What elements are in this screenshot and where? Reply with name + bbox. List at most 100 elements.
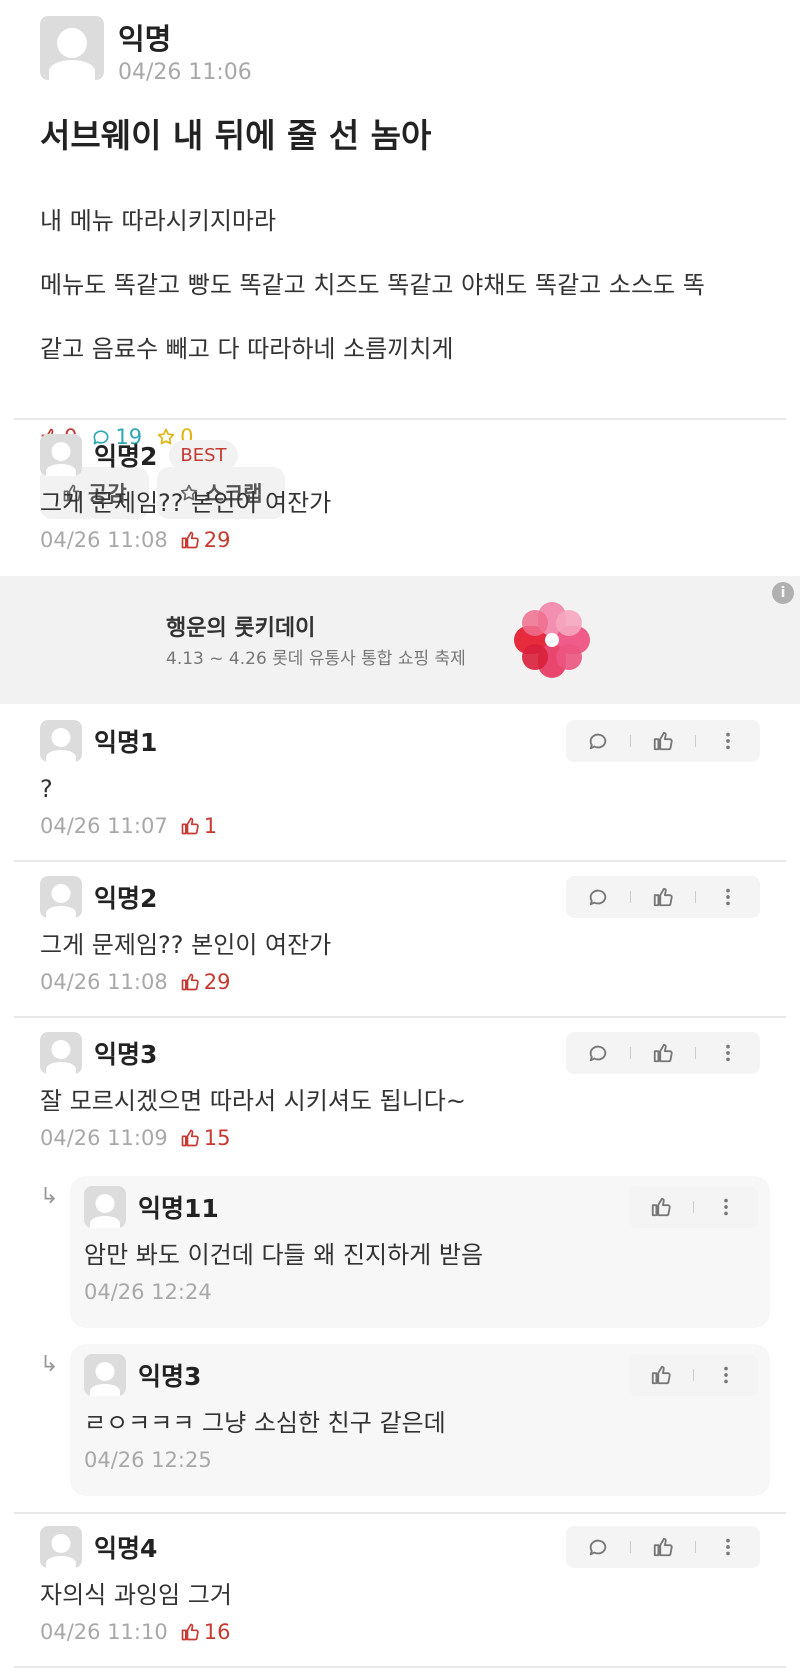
comment-like-count: 1 [180, 814, 217, 838]
comment-like-value: 29 [203, 528, 231, 552]
reply-like-button[interactable] [629, 1354, 693, 1396]
more-options-button[interactable] [694, 1186, 758, 1228]
post-header: 익명 04/26 11:06 [40, 16, 760, 85]
comment-like-button[interactable] [631, 1526, 695, 1568]
more-dots-icon [717, 1042, 739, 1064]
comment: 익명1 ? 04/26 11:07 1 [40, 720, 760, 838]
comment-time: 04/26 11:08 [40, 528, 168, 552]
ad-info-icon[interactable]: i [772, 582, 794, 604]
post-author-block: 익명 04/26 11:06 [118, 16, 252, 85]
ad-banner[interactable]: 행운의 롯키데이 4.13 ~ 4.26 롯데 유통사 통합 쇼핑 축제 i [0, 576, 800, 704]
more-dots-icon [715, 1196, 737, 1218]
comment-meta: 04/26 11:09 15 [40, 1126, 760, 1150]
comment-meta: 04/26 11:07 1 [40, 814, 760, 838]
post-body-line: 같고 음료수 빼고 다 따라하네 소름끼치게 [40, 335, 454, 363]
avatar [40, 876, 82, 918]
reply-arrow-icon: ↳ [40, 1352, 59, 1377]
reply: 익명11 암만 봐도 이건데 다들 왜 진지하게 받음 04/26 12:24 [70, 1176, 770, 1328]
comment-bubble-icon [587, 1536, 609, 1558]
reply-meta: 04/26 12:25 [84, 1448, 758, 1472]
thumbs-up-icon [650, 1196, 672, 1218]
comment-text: 그게 문제임?? 본인이 여잔가 [40, 489, 332, 517]
reply: 익명3 ㄹㅇㅋㅋㅋ 그냥 소심한 친구 같은데 04/26 12:25 [70, 1344, 770, 1496]
thumbs-up-icon [180, 972, 200, 992]
reply-button[interactable] [566, 1526, 630, 1568]
comment-like-count: 16 [180, 1620, 231, 1644]
reply-button[interactable] [566, 720, 630, 762]
thumbs-up-icon [180, 1128, 200, 1148]
more-options-button[interactable] [696, 1032, 760, 1074]
comment-like-count: 29 [180, 528, 231, 552]
comment-author: 익명3 [94, 1040, 158, 1069]
comment-like-value: 16 [203, 1620, 231, 1644]
avatar [40, 1032, 82, 1074]
comment: 익명2 그게 문제임?? 본인이 여잔가 04/26 11:08 29 [40, 876, 760, 994]
comment-like-count: 15 [180, 1126, 230, 1150]
reply-time: 04/26 12:25 [84, 1448, 212, 1472]
comment-author: 익명2 [94, 884, 158, 913]
comment-meta: 04/26 11:10 16 [40, 1620, 760, 1644]
thumbs-up-icon [180, 530, 200, 550]
avatar [40, 720, 82, 762]
comment-like-value: 1 [203, 814, 218, 838]
more-dots-icon [717, 730, 739, 752]
comment-bubble-icon [587, 886, 609, 908]
comment-action-bar [566, 720, 760, 762]
comment-meta: 04/26 11:08 29 [40, 970, 760, 994]
divider [14, 1666, 786, 1668]
more-options-button[interactable] [694, 1354, 758, 1396]
comment-text: ? [40, 775, 53, 803]
comment-time: 04/26 11:07 [40, 814, 168, 838]
more-options-button[interactable] [696, 1526, 760, 1568]
comment-like-button[interactable] [631, 720, 695, 762]
more-options-button[interactable] [696, 720, 760, 762]
post-body-line: 메뉴도 똑같고 빵도 똑같고 치즈도 똑같고 야채도 똑같고 소스도 똑 [40, 271, 705, 299]
lotte-clover-logo [514, 602, 590, 678]
avatar [84, 1354, 126, 1396]
post-author-name: 익명 [118, 22, 172, 56]
reply-button[interactable] [566, 876, 630, 918]
thumbs-up-icon [650, 1364, 672, 1386]
divider [14, 418, 786, 420]
reply-time: 04/26 12:24 [84, 1280, 212, 1304]
thumbs-up-icon [652, 886, 674, 908]
reply-meta: 04/26 12:24 [84, 1280, 758, 1304]
more-dots-icon [715, 1364, 737, 1386]
comment-header: 익명2 BEST [40, 434, 760, 476]
ad-subtitle: 4.13 ~ 4.26 롯데 유통사 통합 쇼핑 축제 [166, 649, 466, 669]
best-badge: BEST [169, 439, 238, 471]
post-body: 내 메뉴 따라시키지마라 메뉴도 똑같고 빵도 똑같고 치즈도 똑같고 야채도 … [40, 173, 760, 397]
reply-author: 익명3 [138, 1362, 202, 1391]
reply-text: ㄹㅇㅋㅋㅋ 그냥 소심한 친구 같은데 [84, 1409, 446, 1437]
divider [14, 1512, 786, 1514]
reply-button[interactable] [566, 1032, 630, 1074]
post-body-line: 내 메뉴 따라시키지마라 [40, 207, 277, 235]
comment-author: 익명4 [94, 1534, 158, 1563]
thumbs-up-icon [652, 730, 674, 752]
comment-time: 04/26 11:09 [40, 1126, 168, 1150]
comment-author: 익명1 [94, 728, 158, 757]
more-options-button[interactable] [696, 876, 760, 918]
comment: 익명3 잘 모르시겠으면 따라서 시키셔도 됩니다~ 04/26 11:09 1… [40, 1032, 760, 1150]
post: 익명 04/26 11:06 서브웨이 내 뒤에 줄 선 놈아 내 메뉴 따라시… [0, 0, 800, 519]
comment-bubble-icon [587, 1042, 609, 1064]
comment-action-bar [566, 876, 760, 918]
comment-like-button[interactable] [631, 876, 695, 918]
reply-action-bar [629, 1186, 758, 1228]
avatar [40, 1526, 82, 1568]
comment: 익명4 자의식 과잉임 그거 04/26 11:10 16 [40, 1526, 760, 1644]
comment-text: 그게 문제임?? 본인이 여잔가 [40, 931, 332, 959]
reply-like-button[interactable] [629, 1186, 693, 1228]
comment-text: 잘 모르시겠으면 따라서 시키셔도 됩니다~ [40, 1087, 466, 1115]
ad-title: 행운의 롯키데이 [166, 616, 316, 641]
reply-action-bar [629, 1354, 758, 1396]
comment-like-count: 29 [180, 970, 230, 994]
comment-like-button[interactable] [631, 1032, 695, 1074]
divider [14, 860, 786, 862]
thumbs-up-icon [180, 1622, 200, 1642]
post-time: 04/26 11:06 [118, 60, 252, 85]
comment-time: 04/26 11:08 [40, 970, 168, 994]
avatar [40, 434, 82, 476]
avatar [84, 1186, 126, 1228]
more-dots-icon [717, 886, 739, 908]
